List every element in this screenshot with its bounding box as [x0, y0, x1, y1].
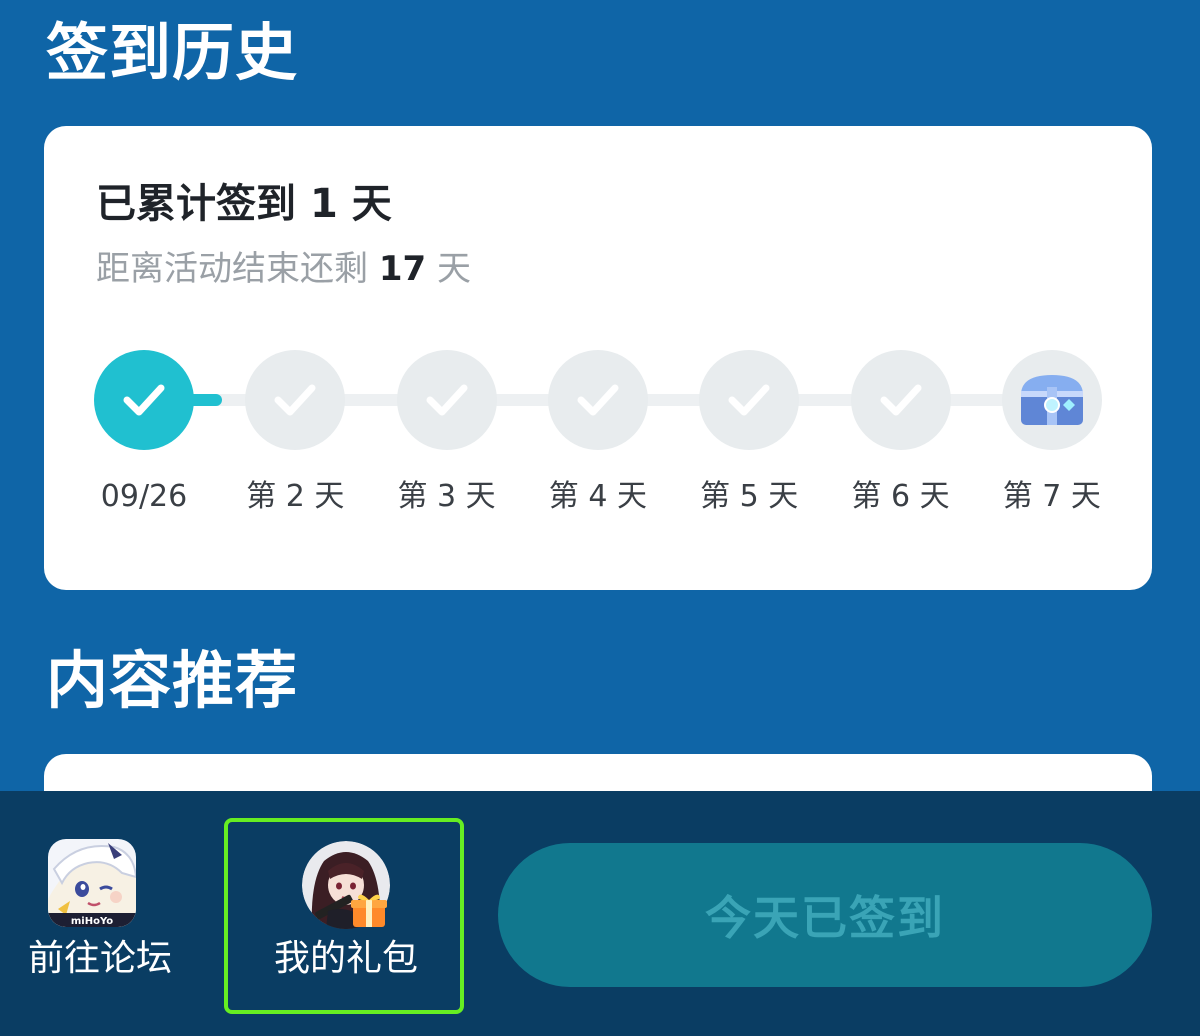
day-node: 第 6 天: [826, 350, 976, 530]
sign-in-history-title: 签到历史: [46, 16, 299, 89]
accumulated-prefix: 已累计签到: [96, 181, 310, 227]
accumulated-suffix: 天: [337, 181, 392, 227]
day-node: 第 2 天: [220, 350, 370, 530]
check-icon: [94, 350, 194, 450]
day-node: 第 5 天: [674, 350, 824, 530]
mihoyo-forum-app-icon: miHoYo: [48, 839, 136, 927]
forum-label: 前往论坛: [27, 938, 172, 979]
day-label: 第 6 天: [851, 479, 950, 514]
day-node: 09/26: [69, 350, 219, 530]
bottom-action-bar: miHoYo 前往论坛 我的礼包 今天已签到: [0, 791, 1200, 1036]
day-label: 第 4 天: [548, 479, 647, 514]
check-icon: [850, 350, 951, 450]
remaining-days-text: 距离活动结束还剩 17 天: [96, 252, 471, 286]
day-label: 09/26: [100, 479, 188, 514]
day-label: 第 5 天: [700, 479, 799, 514]
accumulated-days-text: 已累计签到 1 天: [96, 184, 392, 224]
check-icon: [699, 350, 800, 450]
check-icon: [245, 350, 346, 450]
signed-today-button[interactable]: 今天已签到: [498, 843, 1152, 987]
svg-text:miHoYo: miHoYo: [71, 916, 113, 927]
day-label: 第 3 天: [397, 479, 496, 514]
day-node: 第 7 天: [977, 350, 1127, 530]
sign-in-page: 签到历史 已累计签到 1 天 距离活动结束还剩 17 天 09/26 第 2 天 第…: [0, 0, 1200, 1036]
content-recommend-title: 内容推荐: [46, 644, 299, 717]
selected-item-highlight: [224, 818, 464, 1014]
remaining-suffix: 天: [426, 249, 471, 289]
treasure-chest-icon: [1001, 350, 1102, 450]
remaining-prefix: 距离活动结束还剩: [96, 249, 379, 289]
day-label: 第 7 天: [1002, 479, 1101, 514]
sign-in-history-card: 已累计签到 1 天 距离活动结束还剩 17 天 09/26 第 2 天 第 3 天 第…: [44, 126, 1152, 590]
day-node: 第 4 天: [523, 350, 673, 530]
day-node: 第 3 天: [372, 350, 522, 530]
accumulated-count: 1: [309, 181, 338, 227]
check-icon: [547, 350, 648, 450]
day-label: 第 2 天: [246, 479, 345, 514]
check-icon: [396, 350, 497, 450]
forum-shortcut[interactable]: miHoYo 前往论坛: [20, 791, 220, 1036]
remaining-count: 17: [378, 249, 427, 289]
